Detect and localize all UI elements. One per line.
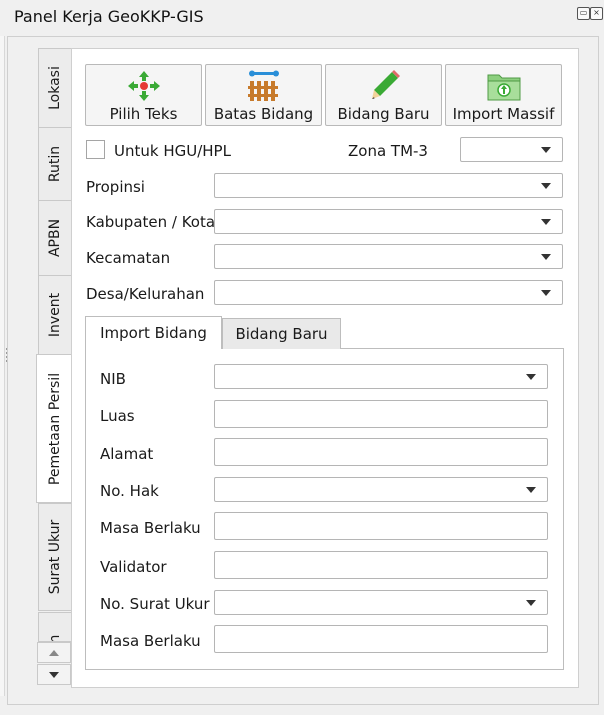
- fence-icon: [246, 69, 282, 107]
- kecamatan-select[interactable]: [214, 244, 563, 269]
- masa-berlaku-2-label: Masa Berlaku: [100, 632, 201, 650]
- tab-label: Surat Ukur: [47, 519, 63, 595]
- window-title: Panel Kerja GeoKKP-GIS: [14, 7, 204, 26]
- pilih-teks-label: Pilih Teks: [109, 105, 178, 123]
- chevron-down-icon: [526, 487, 536, 493]
- tab-lokasi[interactable]: Lokasi: [38, 48, 71, 128]
- propinsi-label: Propinsi: [86, 178, 145, 196]
- chevron-down-icon: [526, 600, 536, 606]
- desa-label: Desa/Kelurahan: [86, 285, 205, 303]
- luas-label: Luas: [100, 407, 135, 425]
- desa-select[interactable]: [214, 280, 563, 305]
- tab-import-bidang-label: Import Bidang: [100, 324, 207, 342]
- chevron-down-icon: [49, 672, 59, 678]
- tab-rutin[interactable]: Rutin: [38, 127, 71, 201]
- masa-berlaku-field[interactable]: [214, 512, 548, 540]
- masa-berlaku-2-field[interactable]: [214, 625, 548, 653]
- luas-field[interactable]: [214, 400, 548, 428]
- import-bidang-panel: [85, 348, 564, 670]
- tab-label: Invent: [47, 292, 63, 338]
- chevron-down-icon: [541, 290, 551, 296]
- tab-label: APBN: [47, 218, 63, 258]
- pilih-teks-button[interactable]: Pilih Teks: [85, 64, 202, 126]
- folder-import-icon: [486, 69, 522, 107]
- import-massif-button[interactable]: Import Massif: [445, 64, 562, 126]
- zona-label: Zona TM-3: [348, 142, 428, 160]
- chevron-down-icon: [541, 219, 551, 225]
- tab-scroll-down-button[interactable]: [37, 664, 71, 685]
- float-panel-button[interactable]: ▭: [577, 7, 590, 20]
- no-hak-select[interactable]: [214, 477, 548, 502]
- tab-surat-ukur[interactable]: Surat Ukur: [38, 503, 71, 611]
- tab-more[interactable]: h: [38, 612, 71, 642]
- hgu-label: Untuk HGU/HPL: [114, 142, 231, 160]
- alamat-label: Alamat: [100, 445, 154, 463]
- propinsi-select[interactable]: [214, 173, 563, 198]
- chevron-down-icon: [541, 147, 551, 153]
- bidang-baru-label: Bidang Baru: [337, 105, 430, 123]
- chevron-up-icon: [49, 650, 59, 656]
- zona-select[interactable]: [460, 137, 563, 162]
- tab-label: Lokasi: [47, 66, 63, 110]
- dock-edge: [0, 36, 5, 696]
- no-hak-label: No. Hak: [100, 482, 159, 500]
- tab-label: Pemetaan Persil: [46, 372, 63, 485]
- hgu-checkbox[interactable]: [86, 140, 105, 159]
- select-text-icon: [126, 69, 162, 107]
- tab-invent[interactable]: Invent: [38, 275, 71, 355]
- pencil-icon: [366, 69, 402, 107]
- tab-import-bidang[interactable]: Import Bidang: [85, 316, 222, 349]
- tab-bidang-baru-label: Bidang Baru: [235, 325, 328, 343]
- masa-berlaku-label: Masa Berlaku: [100, 519, 201, 537]
- tab-bidang-baru[interactable]: Bidang Baru: [222, 318, 341, 349]
- nib-label: NIB: [100, 370, 126, 388]
- tab-label: h: [47, 634, 63, 642]
- nib-select[interactable]: [214, 364, 548, 389]
- kabupaten-label: Kabupaten / Kota: [86, 213, 216, 231]
- alamat-field[interactable]: [214, 438, 548, 466]
- batas-bidang-button[interactable]: Batas Bidang: [205, 64, 322, 126]
- kecamatan-label: Kecamatan: [86, 249, 171, 267]
- kabupaten-select[interactable]: [214, 209, 563, 234]
- tab-label: Rutin: [47, 145, 63, 183]
- bidang-baru-button[interactable]: Bidang Baru: [325, 64, 442, 126]
- batas-bidang-label: Batas Bidang: [213, 105, 314, 123]
- import-massif-label: Import Massif: [452, 105, 555, 123]
- tab-apbn[interactable]: APBN: [38, 200, 71, 276]
- validator-label: Validator: [100, 558, 167, 576]
- no-surat-ukur-select[interactable]: [214, 590, 548, 615]
- close-panel-button[interactable]: ×: [590, 7, 603, 20]
- tab-pemetaan-persil[interactable]: Pemetaan Persil: [36, 354, 72, 503]
- tab-scroll-up-button[interactable]: [37, 642, 71, 663]
- chevron-down-icon: [541, 183, 551, 189]
- validator-field[interactable]: [214, 551, 548, 579]
- title-bar: Panel Kerja GeoKKP-GIS ▭ ×: [0, 0, 604, 32]
- chevron-down-icon: [541, 254, 551, 260]
- no-surat-ukur-label: No. Surat Ukur: [100, 595, 210, 613]
- chevron-down-icon: [526, 374, 536, 380]
